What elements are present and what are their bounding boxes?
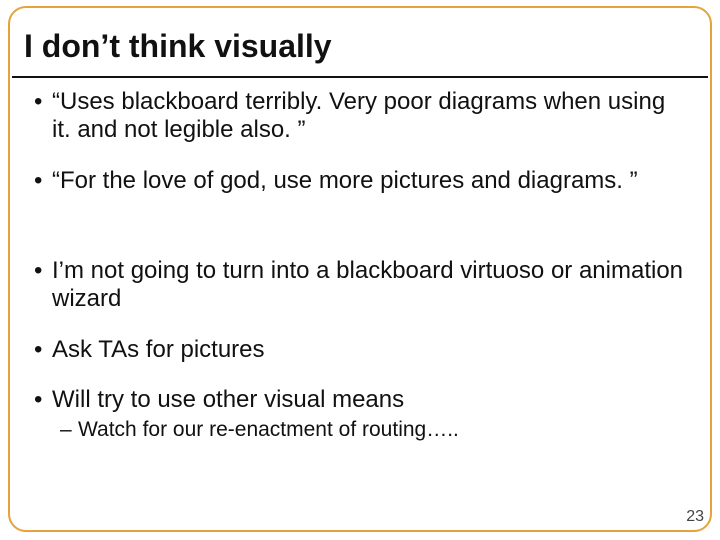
bullet-item: • “Uses blackboard terribly. Very poor d…: [34, 88, 686, 145]
bullet-text: “Uses blackboard terribly. Very poor dia…: [52, 88, 686, 145]
bullet-text: Will try to use other visual means: [52, 386, 686, 414]
bullet-dot-icon: •: [34, 88, 52, 145]
bullet-dot-icon: •: [34, 336, 52, 364]
bullet-item: • “For the love of god, use more picture…: [34, 167, 686, 195]
bullet-dot-icon: •: [34, 167, 52, 195]
bullet-text: Ask TAs for pictures: [52, 336, 686, 364]
slide: I don’t think visually • “Uses blackboar…: [0, 0, 720, 540]
bullet-item: • Ask TAs for pictures: [34, 336, 686, 364]
bullet-item: • Will try to use other visual means: [34, 386, 686, 414]
bullet-item: • I’m not going to turn into a blackboar…: [34, 257, 686, 314]
slide-body: • “Uses blackboard terribly. Very poor d…: [34, 88, 686, 514]
page-number: 23: [686, 508, 704, 526]
slide-title: I don’t think visually: [24, 28, 332, 65]
sub-bullet-dash-icon: –: [60, 418, 78, 443]
title-underline: [12, 76, 708, 78]
slide-frame: I don’t think visually • “Uses blackboar…: [8, 6, 712, 532]
bullet-text: “For the love of god, use more pictures …: [52, 167, 686, 195]
sub-bullet-text: Watch for our re-enactment of routing…..: [78, 418, 686, 443]
bullet-dot-icon: •: [34, 386, 52, 414]
bullet-text: I’m not going to turn into a blackboard …: [52, 257, 686, 314]
sub-bullet-item: – Watch for our re-enactment of routing……: [60, 418, 686, 443]
bullet-dot-icon: •: [34, 257, 52, 314]
